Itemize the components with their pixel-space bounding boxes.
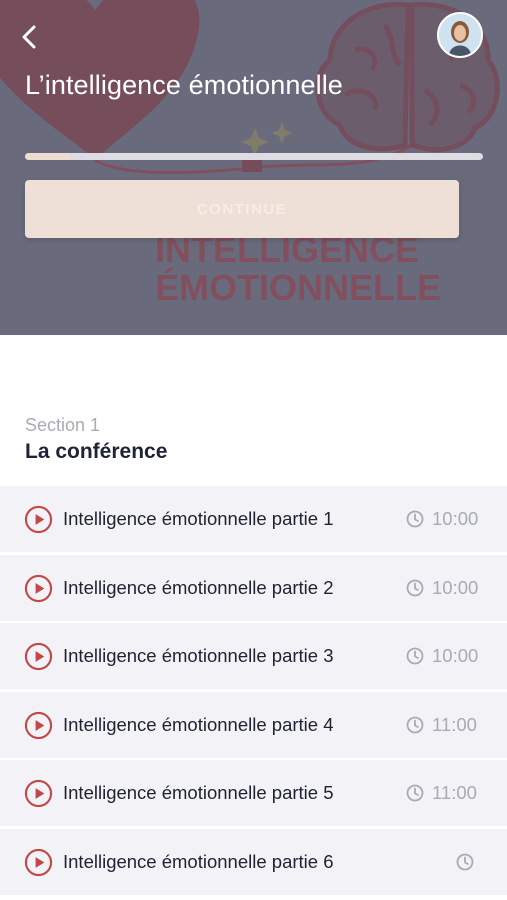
lesson-duration: 10:00 (432, 576, 479, 598)
lesson-row[interactable]: Intelligence émotionnelle partie 2 10:00 (0, 554, 507, 621)
section-header: Section 1 La conférence (25, 415, 167, 464)
lesson-row[interactable]: Intelligence émotionnelle partie 1 10:00 (0, 486, 507, 552)
avatar-photo (439, 14, 481, 56)
play-circle-icon (24, 574, 53, 602)
play-circle-icon (24, 848, 53, 877)
play-circle-icon (24, 711, 53, 739)
clock-icon (406, 579, 424, 596)
user-avatar[interactable] (437, 12, 483, 58)
back-button[interactable] (14, 22, 44, 52)
lesson-row[interactable]: Intelligence émotionnelle partie 4 11:00 (0, 691, 507, 758)
lesson-title: Intelligence émotionnelle partie 2 (63, 576, 334, 598)
lesson-row[interactable]: Intelligence émotionnelle partie 5 11:00 (0, 760, 507, 827)
lesson-title: Intelligence émotionnelle partie 5 (63, 782, 334, 804)
play-circle-icon (24, 643, 53, 671)
lesson-title: Intelligence émotionnelle partie 6 (63, 850, 334, 872)
section-number: Section 1 (25, 415, 101, 435)
lesson-title: Intelligence émotionnelle partie 4 (63, 713, 334, 735)
chevron-left-icon (22, 25, 36, 49)
lesson-title: Intelligence émotionnelle partie 3 (63, 645, 334, 667)
clock-icon (456, 853, 474, 871)
clock-icon (406, 716, 424, 734)
play-circle-icon (24, 780, 53, 808)
hero-overlay (0, 0, 507, 335)
clock-icon (406, 784, 424, 802)
clock-icon (406, 510, 424, 528)
play-circle-icon (24, 505, 53, 534)
lesson-row[interactable]: Intelligence émotionnelle partie 6 (0, 828, 507, 895)
lesson-duration: 11:00 (432, 782, 477, 804)
lesson-row[interactable]: Intelligence émotionnelle partie 3 10:00 (0, 623, 507, 690)
course-hero: INTELLIGENCE ÉMOTIONNELLE L’intelligence… (0, 0, 507, 335)
continue-button[interactable]: CONTINUE (25, 180, 459, 238)
course-title: L’intelligence émotionnelle (25, 70, 343, 100)
section-title: La conférence (25, 440, 168, 463)
lesson-duration: 11:00 (432, 713, 477, 735)
clock-icon (406, 647, 424, 665)
lesson-list: Intelligence émotionnelle partie 1 10:00 I… (0, 486, 507, 898)
course-progress-bar (25, 153, 483, 160)
lesson-duration: 10:00 (432, 508, 479, 529)
lesson-title: Intelligence émotionnelle partie 1 (63, 508, 334, 529)
lesson-duration: 10:00 (432, 645, 479, 667)
course-progress-fill (25, 153, 71, 160)
